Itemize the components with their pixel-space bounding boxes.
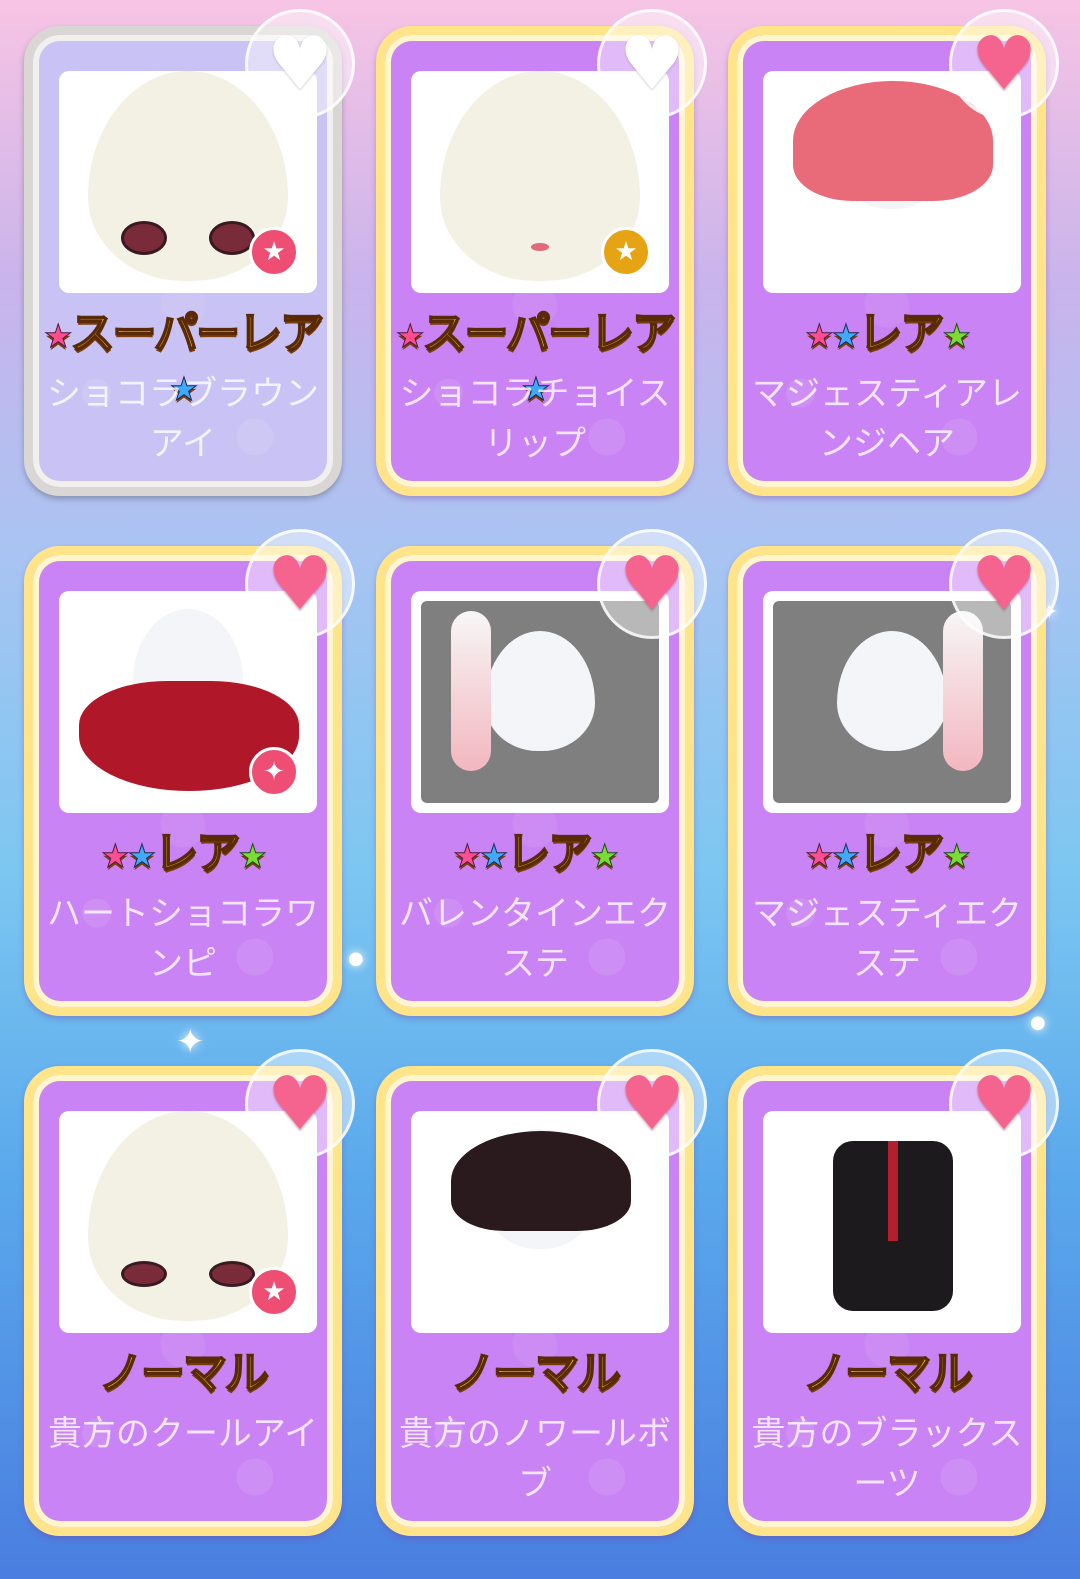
favorite-button[interactable]: ♥ — [597, 1049, 707, 1159]
item-name: ショコラブラウンアイ — [47, 374, 319, 464]
rarity-label: レア — [857, 307, 945, 360]
heart-icon: ♥ — [970, 1061, 1038, 1147]
favorite-button[interactable]: ♥ — [597, 529, 707, 639]
favorite-button[interactable]: ♥ — [245, 9, 355, 119]
star-icon: ★ — [590, 837, 620, 876]
rarity-label: ノーマル — [802, 1347, 974, 1400]
heart-icon: ♥ — [266, 21, 334, 107]
item-card[interactable]: ★ ♥ ★スーパーレア★ ショコラチョイスリップ — [376, 9, 707, 496]
extension-shape — [451, 611, 491, 771]
rarity-label: ノーマル — [450, 1347, 622, 1400]
suit-shape — [833, 1141, 953, 1311]
heart-icon: ♥ — [618, 541, 686, 627]
item-name: マジェスティアレンジヘア — [752, 374, 1022, 464]
item-card[interactable]: ♥ ★★レア★ マジェスティエクステ — [728, 529, 1059, 1016]
item-name: 貴方のノワールボブ — [399, 1414, 671, 1504]
eye-shape — [121, 221, 167, 255]
item-grid: ★ ♥ ★スーパーレア★ ショコラブラウンアイ ★ ♥ ★スーパーレア★ ショコ… — [0, 0, 1080, 1579]
star-icon: ★ — [43, 317, 73, 356]
item-name: ショコラチョイスリップ — [399, 374, 671, 464]
star-icon: ★ — [127, 837, 157, 876]
star-icon: ★ — [831, 317, 861, 356]
item-card[interactable]: ★ ♥ ★スーパーレア★ ショコラブラウンアイ — [24, 9, 355, 496]
rarity-label: レア — [153, 827, 241, 880]
eye-shape — [209, 1261, 255, 1287]
favorite-button[interactable]: ♥ — [949, 1049, 1059, 1159]
star-icon: ★ — [395, 317, 425, 356]
sparkle-badge-icon: ✦ — [249, 747, 299, 797]
rarity-label: スーパーレア — [70, 307, 326, 360]
heart-icon: ♥ — [618, 1061, 686, 1147]
heart-icon: ♥ — [266, 1061, 334, 1147]
favorite-button[interactable]: ♥ — [949, 529, 1059, 639]
item-card[interactable]: ✦ ♥ ★★レア★ ハートショコラワンピ — [24, 529, 355, 1016]
star-icon: ★ — [942, 837, 972, 876]
star-icon: ★ — [804, 837, 834, 876]
rarity-label: レア — [505, 827, 593, 880]
star-icon: ★ — [238, 837, 268, 876]
item-card[interactable]: ♥ ★★レア★ バレンタインエクステ — [376, 529, 707, 1016]
heart-icon: ♥ — [618, 21, 686, 107]
item-name: マジェスティエクステ — [752, 894, 1022, 984]
item-card[interactable]: ♥ ノーマル 貴方のブラックスーツ — [728, 1049, 1059, 1536]
star-icon: ★ — [804, 317, 834, 356]
item-name: バレンタインエクステ — [399, 894, 671, 984]
hair-shape — [451, 1131, 631, 1231]
item-name: 貴方のブラックスーツ — [751, 1414, 1023, 1504]
star-badge-icon: ★ — [249, 227, 299, 277]
extension-shape — [943, 611, 983, 771]
item-card[interactable]: ♥ ★★レア★ マジェスティアレンジヘア — [728, 9, 1059, 496]
favorite-button[interactable]: ♥ — [245, 1049, 355, 1159]
item-name: ハートショコラワンピ — [47, 894, 319, 984]
star-badge-icon: ★ — [601, 227, 651, 277]
favorite-button[interactable]: ♥ — [245, 529, 355, 639]
star-badge-icon: ★ — [249, 1267, 299, 1317]
star-icon: ★ — [942, 317, 972, 356]
heart-icon: ♥ — [970, 541, 1038, 627]
favorite-button[interactable]: ♥ — [597, 9, 707, 119]
rarity-label: レア — [857, 827, 945, 880]
star-icon: ★ — [479, 837, 509, 876]
star-icon: ★ — [100, 837, 130, 876]
favorite-button[interactable]: ♥ — [949, 9, 1059, 119]
star-icon: ★ — [452, 837, 482, 876]
item-card[interactable]: ♥ ノーマル 貴方のノワールボブ — [376, 1049, 707, 1536]
item-card[interactable]: ★ ♥ ノーマル 貴方のクールアイ — [24, 1049, 355, 1536]
rarity-label: スーパーレア — [422, 307, 678, 360]
item-name: 貴方のクールアイ — [47, 1414, 319, 1454]
rarity-label: ノーマル — [98, 1347, 270, 1400]
eye-shape — [121, 1261, 167, 1287]
lip-shape — [531, 243, 549, 251]
heart-icon: ♥ — [970, 21, 1038, 107]
star-icon: ★ — [831, 837, 861, 876]
heart-icon: ♥ — [266, 541, 334, 627]
